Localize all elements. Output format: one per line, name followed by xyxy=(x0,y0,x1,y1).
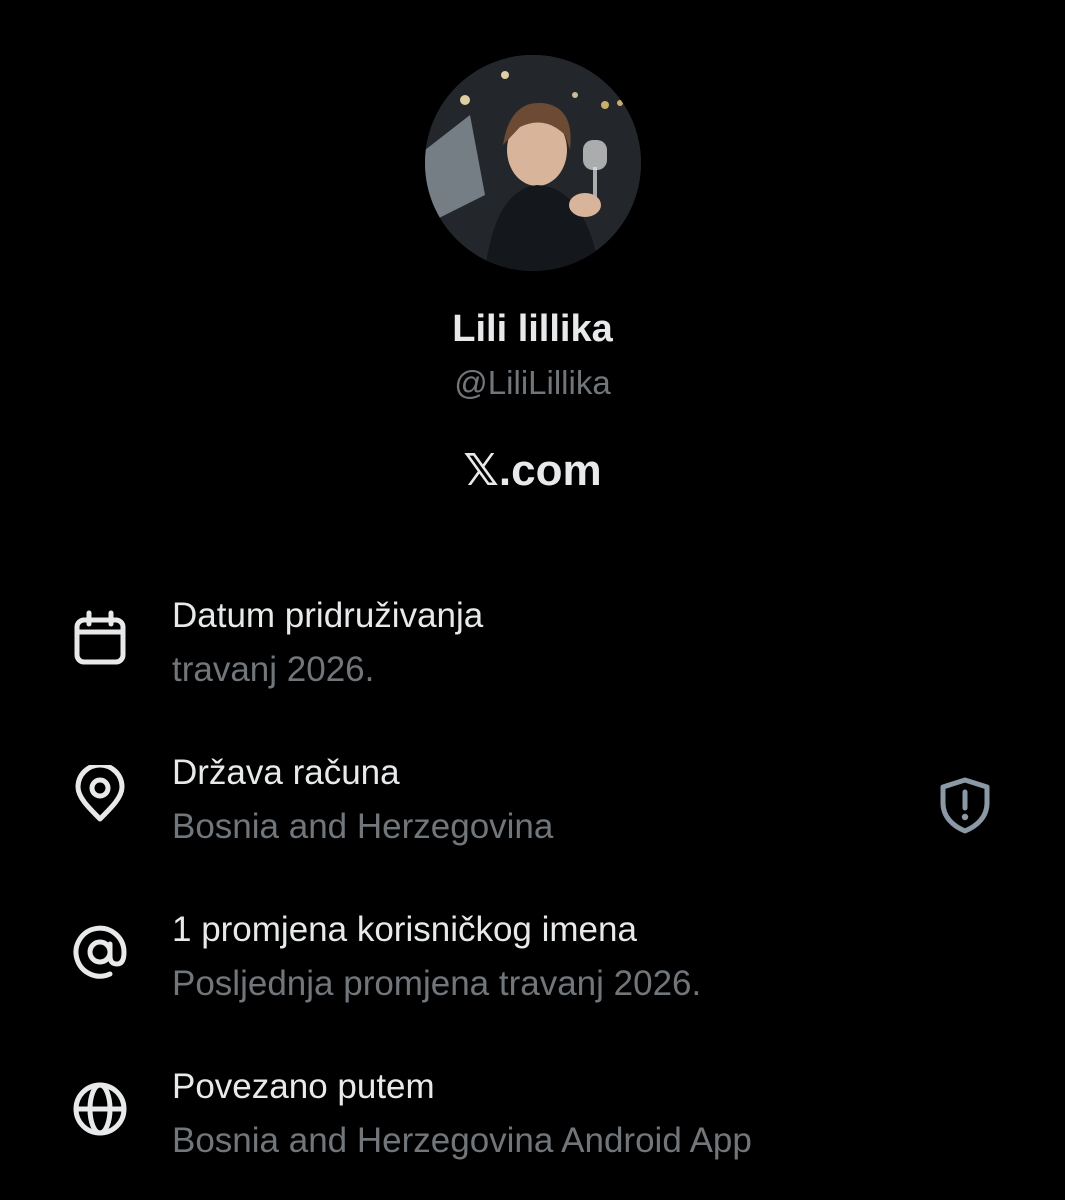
about-row-connected-via: Povezano putem Bosnia and Herzegovina An… xyxy=(0,1067,1065,1177)
about-row-username-changes: 1 promjena korisničkog imena Posljednja … xyxy=(0,910,1065,1020)
username-handle: @LiliLillika xyxy=(454,364,611,401)
globe-icon xyxy=(70,1079,130,1139)
avatar-photo xyxy=(425,55,641,271)
account-country-value: Bosnia and Herzegovina xyxy=(172,807,554,846)
username-changes-label: 1 promjena korisničkog imena xyxy=(172,910,637,949)
connected-via-value: Bosnia and Herzegovina Android App xyxy=(172,1121,752,1160)
avatar[interactable] xyxy=(425,55,641,271)
at-sign-icon xyxy=(70,922,130,982)
shield-alert-icon[interactable] xyxy=(935,775,995,835)
location-pin-icon xyxy=(70,765,130,825)
x-brand-logo: 𝕏.com xyxy=(463,446,602,495)
account-country-label: Država računa xyxy=(172,753,400,792)
display-name: Lili lillika xyxy=(452,308,613,350)
about-row-account-country: Država računa Bosnia and Herzegovina xyxy=(0,753,1065,863)
calendar-icon xyxy=(70,608,130,668)
username-changes-value: Posljednja promjena travanj 2026. xyxy=(172,964,702,1003)
join-date-label: Datum pridruživanja xyxy=(172,596,484,635)
join-date-value: travanj 2026. xyxy=(172,650,375,689)
about-row-join-date: Datum pridruživanja travanj 2026. xyxy=(0,596,1065,706)
connected-via-label: Povezano putem xyxy=(172,1067,435,1106)
